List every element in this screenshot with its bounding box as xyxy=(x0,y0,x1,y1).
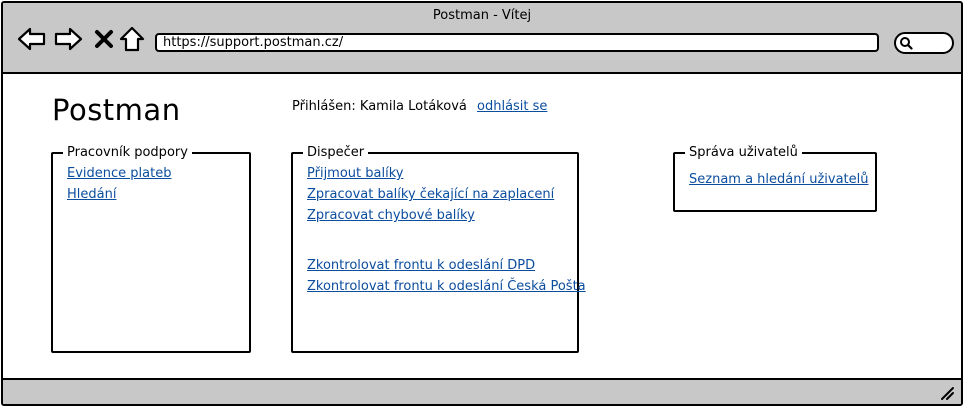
payments-link[interactable]: Evidence plateb xyxy=(67,166,171,181)
app-logo: Postman xyxy=(52,93,181,127)
stop-icon[interactable] xyxy=(89,24,119,54)
search-field[interactable] xyxy=(894,32,954,54)
users-panel-title: Správa uživatelů xyxy=(685,144,802,162)
browser-toolbar: Postman - Vítej https://support.postman.… xyxy=(3,3,961,74)
status-bar xyxy=(3,378,961,404)
home-icon[interactable] xyxy=(117,24,147,54)
window-title: Postman - Vítej xyxy=(432,8,532,23)
check-ceska-posta-queue-link[interactable]: Zkontrolovat frontu k odeslání Česká Poš… xyxy=(307,279,586,294)
logged-user-label: Přihlášen: Kamila Lotáková xyxy=(292,99,467,114)
support-panel: Pracovník podpory Evidence plateb Hledán… xyxy=(51,144,251,353)
receive-parcels-link[interactable]: Přijmout balíky xyxy=(307,166,403,181)
browser-window: Postman - Vítej https://support.postman.… xyxy=(1,1,963,406)
logout-link[interactable]: odhlásit se xyxy=(477,99,547,114)
check-dpd-queue-link[interactable]: Zkontrolovat frontu k odeslání DPD xyxy=(307,258,535,273)
dispatcher-panel-title: Dispečer xyxy=(303,144,369,162)
login-status: Přihlášen: Kamila Lotáková odhlásit se xyxy=(292,99,547,114)
resize-grip-icon[interactable] xyxy=(939,385,955,401)
process-error-parcels-link[interactable]: Zpracovat chybové balíky xyxy=(307,208,475,223)
forward-icon[interactable] xyxy=(53,24,83,54)
search-icon xyxy=(900,37,913,50)
users-list-link[interactable]: Seznam a hledání uživatelů xyxy=(689,172,869,187)
address-bar[interactable]: https://support.postman.cz/ xyxy=(155,33,879,52)
dispatcher-panel: Dispečer Přijmout balíky Zpracovat balík… xyxy=(291,144,586,353)
users-panel: Správa uživatelů Seznam a hledání uživat… xyxy=(673,144,877,212)
back-icon[interactable] xyxy=(17,24,47,54)
support-panel-title: Pracovník podpory xyxy=(63,144,192,162)
search-link[interactable]: Hledání xyxy=(67,187,116,202)
process-unpaid-parcels-link[interactable]: Zpracovat balíky čekající na zaplacení xyxy=(307,187,554,202)
